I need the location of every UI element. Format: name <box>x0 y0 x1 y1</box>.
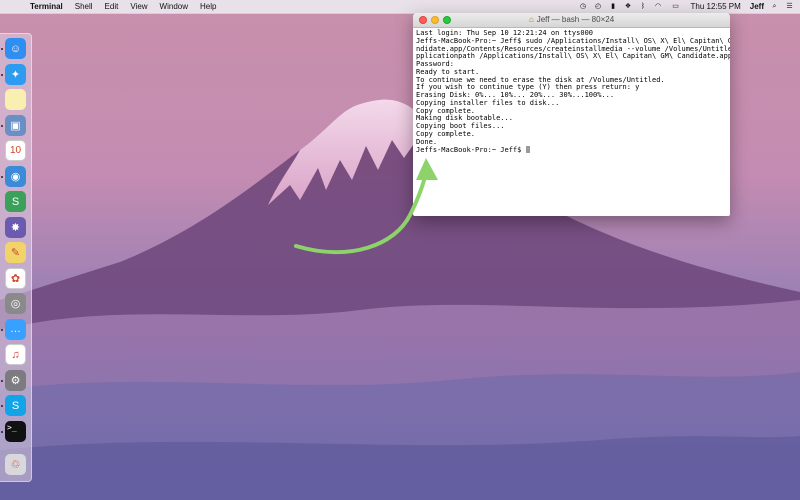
terminal-prompt: Jeffs-MacBook-Pro:~ Jeff$ <box>416 146 526 155</box>
running-indicator <box>1 379 3 382</box>
stuffit-icon[interactable]: S <box>5 191 26 212</box>
terminal-output[interactable]: Last login: Thu Sep 10 12:21:24 on ttys0… <box>413 28 730 157</box>
home-folder-icon: ⌂ <box>528 15 534 24</box>
clock-icon[interactable]: ◴ <box>594 2 603 11</box>
wifi-icon[interactable]: ◠ <box>654 2 663 11</box>
terminal-titlebar[interactable]: ⌂ Jeff — bash — 80×24 <box>413 13 730 28</box>
preview-icon[interactable]: ▣ <box>5 114 26 136</box>
running-indicator <box>1 405 3 407</box>
running-indicator <box>1 48 3 50</box>
menu-user[interactable]: Jeff <box>750 2 764 11</box>
dock: ☺ ✦ ▣ 10 ◉ S ✸ ✎ ✿ ◎ … ♫ ⚙ S >_ ♲ <box>0 33 32 482</box>
menu-help[interactable]: Help <box>200 0 216 13</box>
photos-icon[interactable]: ✿ <box>5 267 26 289</box>
terminal-cursor <box>525 146 530 154</box>
dropbox-icon[interactable]: ❖ <box>624 2 633 11</box>
bluetooth-icon[interactable]: ᛒ <box>639 2 648 11</box>
trash-icon[interactable]: ♲ <box>5 454 26 475</box>
battery-icon[interactable]: ▭ <box>669 2 683 11</box>
running-indicator <box>1 430 3 433</box>
menu-shell[interactable]: Shell <box>75 0 93 13</box>
terminal-line: Copy complete. <box>416 129 476 138</box>
skype-icon[interactable]: S <box>5 395 26 416</box>
menu-window[interactable]: Window <box>160 0 188 13</box>
spotlight-search-icon[interactable]: ⌕ <box>770 2 779 11</box>
notification-center-icon[interactable]: ☰ <box>785 2 794 11</box>
window-title-text: Jeff — bash — 80×24 <box>536 15 615 24</box>
finder-icon[interactable]: ☺ <box>5 38 26 59</box>
system-preferences-icon[interactable]: ⚙ <box>5 369 26 391</box>
terminal-window[interactable]: ⌂ Jeff — bash — 80×24 Last login: Thu Sep… <box>413 13 730 216</box>
terminal-line: Done. <box>416 137 438 146</box>
itunes-icon[interactable]: ♫ <box>5 344 26 365</box>
notes-icon[interactable] <box>5 89 26 110</box>
menu-edit[interactable]: Edit <box>105 0 119 13</box>
calendar-icon[interactable]: 10 <box>5 140 26 161</box>
clipboard-icon[interactable]: ▮ <box>609 2 618 11</box>
safari-icon[interactable]: ✦ <box>5 63 26 85</box>
time-machine-icon[interactable]: ◷ <box>579 2 588 11</box>
window-title: ⌂ Jeff — bash — 80×24 <box>413 13 730 27</box>
pencil-app-icon[interactable]: ✎ <box>5 242 26 263</box>
menu-bar: Terminal Shell Edit View Window Help ◷ ◴… <box>0 0 800 14</box>
terminal-prompt-line: Jeffs-MacBook-Pro:~ Jeff$ <box>416 146 727 155</box>
tweetbot-icon[interactable]: ◉ <box>5 165 26 187</box>
menu-app-name[interactable]: Terminal <box>30 0 63 13</box>
running-indicator <box>1 328 3 331</box>
terminal-line: pplicationpath /Applications/Install\ OS… <box>416 52 730 61</box>
running-indicator <box>1 124 3 127</box>
messages-icon[interactable]: … <box>5 318 26 340</box>
status-area: ◷ ◴ ▮ ❖ ᛒ ◠ ▭ Thu 12:55 PM Jeff ⌕ ☰ <box>573 0 800 13</box>
screenshot-app-icon[interactable]: ◎ <box>5 293 26 314</box>
menu-clock[interactable]: Thu 12:55 PM <box>691 2 741 11</box>
terminal-icon[interactable]: >_ <box>5 420 26 442</box>
running-indicator <box>1 73 3 76</box>
imovie-icon[interactable]: ✸ <box>5 216 26 238</box>
menu-view[interactable]: View <box>130 0 147 13</box>
running-indicator <box>1 175 3 178</box>
